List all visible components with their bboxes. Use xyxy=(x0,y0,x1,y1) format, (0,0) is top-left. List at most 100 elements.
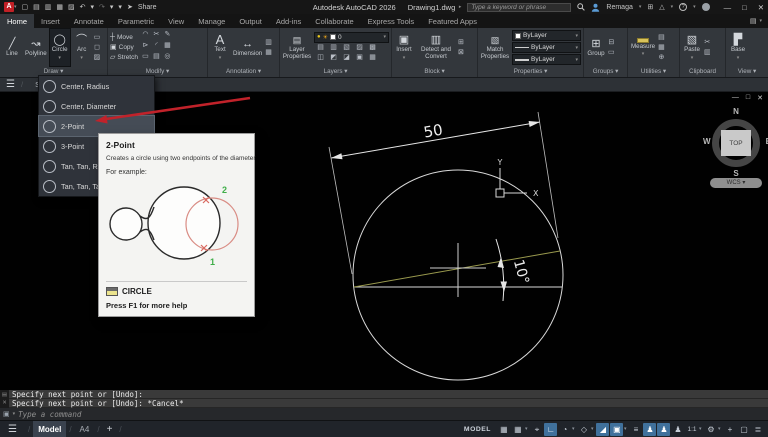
snap-caret-icon[interactable]: ▾ xyxy=(525,426,530,432)
ortho-icon[interactable]: ∟ xyxy=(544,423,557,436)
mirror-icon[interactable]: ⊳ xyxy=(140,42,151,53)
app-store-icon[interactable]: ⊞ xyxy=(647,3,653,11)
viewcube-north[interactable]: N xyxy=(705,107,767,116)
layer-tool-icon[interactable]: ◪ xyxy=(340,54,353,64)
panel-label-utilities[interactable]: Utilities ▾ xyxy=(628,66,679,77)
close-button[interactable]: ✕ xyxy=(758,3,764,12)
ribbon-display-caret-icon[interactable]: ▾ xyxy=(759,18,762,24)
customization-icon[interactable]: ⚙ xyxy=(705,423,718,436)
panel-label-properties[interactable]: Properties ▾ xyxy=(478,66,583,77)
new-layout-button[interactable]: + xyxy=(103,424,117,435)
minimize-button[interactable]: — xyxy=(724,3,732,12)
clean-screen-icon[interactable]: ≣ xyxy=(752,423,765,436)
match-properties-button[interactable]: ▧Match Properties xyxy=(480,29,510,66)
tab-home[interactable]: Home xyxy=(0,14,34,28)
share-icon[interactable]: ➤ xyxy=(127,3,133,11)
fillet-icon[interactable]: ◜ xyxy=(151,42,162,53)
search-input[interactable] xyxy=(467,3,571,12)
tab-annotate[interactable]: Annotate xyxy=(67,14,111,28)
file-tabs-menu-icon[interactable]: ☰ xyxy=(6,79,15,90)
user-menu-caret-icon[interactable]: ▾ xyxy=(639,4,642,10)
customization-caret-icon[interactable]: ▾ xyxy=(718,426,723,432)
insert-caret-icon[interactable]: ▾ xyxy=(403,55,406,61)
stretch-button[interactable]: ▱Stretch xyxy=(110,53,138,61)
panel-label-annotation[interactable]: Annotation ▾ xyxy=(208,66,279,77)
panel-label-clipboard[interactable]: Clipboard xyxy=(680,66,725,77)
model-tab[interactable]: Model xyxy=(33,421,66,437)
offset-icon[interactable]: ◎ xyxy=(162,53,173,64)
paste-button[interactable]: ▧Paste▾ xyxy=(682,29,702,66)
undo-caret-icon[interactable]: ▾ xyxy=(91,3,95,11)
ellipse-icon[interactable]: ◻ xyxy=(94,44,101,52)
layer-tool-icon[interactable]: ◩ xyxy=(327,54,340,64)
trial-alert-icon[interactable]: △ xyxy=(659,3,664,11)
group-button[interactable]: ⊞Group xyxy=(586,29,606,66)
hatch-icon[interactable]: ▨ xyxy=(94,54,101,62)
open-file-icon[interactable]: ▤ xyxy=(33,3,40,11)
block-editor-icon[interactable]: ⊠ xyxy=(458,49,464,57)
plot-icon[interactable]: ▨ xyxy=(68,3,75,11)
layout-menu-icon[interactable]: ☰ xyxy=(0,424,25,435)
leader-icon[interactable]: ▥ xyxy=(265,39,272,47)
layer-tool-icon[interactable]: ▧ xyxy=(340,44,353,54)
tab-express-tools[interactable]: Express Tools xyxy=(361,14,422,28)
layer-tool-icon[interactable]: ▣ xyxy=(353,54,366,64)
search-icon[interactable] xyxy=(577,3,585,11)
polar-caret-icon[interactable]: ▾ xyxy=(572,426,577,432)
polar-tracking-icon[interactable]: ◔ xyxy=(558,423,571,436)
viewcube-west[interactable]: W xyxy=(703,137,711,146)
search-expand-caret-icon[interactable]: ▸ xyxy=(459,4,462,10)
line-button[interactable]: ╱Line xyxy=(2,29,22,66)
angle-dimension-arc[interactable] xyxy=(496,239,504,301)
layer-caret-icon[interactable]: ▾ xyxy=(383,34,386,40)
redo-caret-icon[interactable]: ▾ xyxy=(110,3,114,11)
ribbon-display-icon[interactable]: ▤ xyxy=(750,17,757,25)
isodraft-icon[interactable]: ◇ xyxy=(577,423,590,436)
hardware-accel-icon[interactable]: ▢ xyxy=(738,423,751,436)
panel-label-layers[interactable]: Layers ▾ xyxy=(280,66,391,77)
group-edit-icon[interactable]: ▭ xyxy=(608,49,615,57)
dimension-button[interactable]: ↔Dimension xyxy=(232,29,263,66)
restore-button[interactable]: □ xyxy=(742,3,747,12)
paste-caret-icon[interactable]: ▾ xyxy=(691,55,694,61)
table-icon[interactable]: ▦ xyxy=(265,49,272,57)
copy-clip-icon[interactable]: ▥ xyxy=(704,49,711,57)
isodraft-caret-icon[interactable]: ▾ xyxy=(591,426,596,432)
measure-caret-icon[interactable]: ▾ xyxy=(642,51,645,57)
trim-icon[interactable]: ✂ xyxy=(151,31,162,42)
object-snap-icon[interactable]: ▣ xyxy=(610,423,623,436)
array-icon[interactable]: ▤ xyxy=(151,53,162,64)
move-button[interactable]: ┼Move xyxy=(110,34,138,41)
base-button[interactable]: ▛Base▾ xyxy=(728,29,748,66)
tab-add-ins[interactable]: Add-ins xyxy=(269,14,308,28)
layer-tool-icon[interactable]: ▨ xyxy=(353,44,366,54)
panel-label-groups[interactable]: Groups ▾ xyxy=(584,66,627,77)
circle-caret-icon[interactable]: ▾ xyxy=(58,55,61,61)
measure-button[interactable]: Measure▾ xyxy=(630,29,656,66)
layer-tool-icon[interactable]: ▩ xyxy=(366,44,379,54)
save-icon[interactable]: ▥ xyxy=(45,3,52,11)
lineweight-icon[interactable]: ≡ xyxy=(629,423,642,436)
undo-icon[interactable]: ↶ xyxy=(80,3,86,11)
command-close-icon[interactable]: ✕ xyxy=(2,400,7,406)
tab-view[interactable]: View xyxy=(161,14,191,28)
scale-icon[interactable]: ▭ xyxy=(140,53,151,64)
layer-tool-icon[interactable]: ◫ xyxy=(314,54,327,64)
layer-tool-icon[interactable]: ▥ xyxy=(327,44,340,54)
command-recent-caret-icon[interactable]: ▾ xyxy=(13,411,16,417)
panel-label-view[interactable]: View ▾ xyxy=(726,66,768,77)
scale-caret-icon[interactable]: ▾ xyxy=(699,426,704,432)
user-icon[interactable] xyxy=(591,3,600,12)
grid-icon[interactable]: ▦ xyxy=(497,423,510,436)
detect-convert-button[interactable]: ▥Detect and Convert xyxy=(416,29,456,66)
help-icon[interactable]: ? xyxy=(679,3,687,11)
layer-properties-button[interactable]: ▤Layer Properties xyxy=(282,29,312,66)
qat-customize-caret-icon[interactable]: ▾ xyxy=(118,3,122,11)
ungroup-icon[interactable]: ⊟ xyxy=(608,39,615,47)
dynamic-input-icon[interactable]: ⌖ xyxy=(530,423,543,436)
osnap-caret-icon[interactable]: ▾ xyxy=(624,426,629,432)
viewcube-wcs-select[interactable]: WCS ▾ xyxy=(710,178,762,188)
insert-button[interactable]: ▣Insert▾ xyxy=(394,29,414,66)
command-input[interactable] xyxy=(18,410,768,419)
linetype-caret-icon[interactable]: ▾ xyxy=(575,45,578,51)
